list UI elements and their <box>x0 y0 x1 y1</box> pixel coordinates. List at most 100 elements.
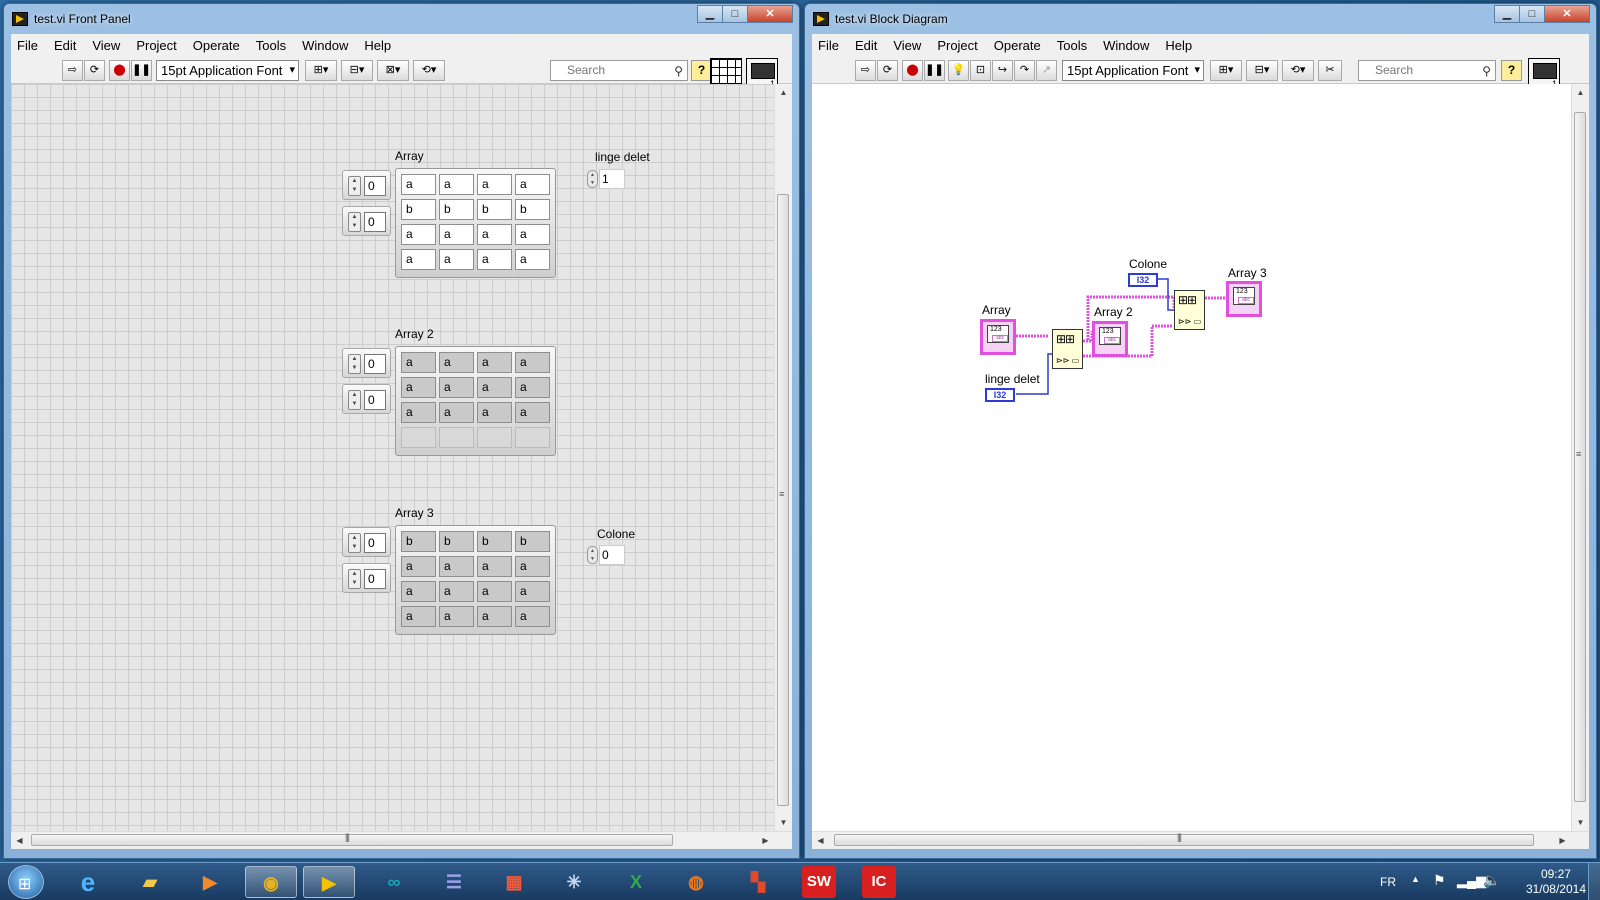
block-diagram-window[interactable]: test.vi Block Diagram ▁ □ ✕ File Edit Vi… <box>804 3 1597 859</box>
linge-delet-terminal[interactable]: I32 <box>985 388 1015 402</box>
solidworks-icon[interactable]: SW <box>802 866 836 898</box>
array-cell[interactable]: a <box>401 224 436 245</box>
array-cell[interactable]: b <box>477 199 512 220</box>
show-hidden-icons-icon[interactable]: ▲ <box>1411 874 1420 884</box>
scroll-right-arrow-icon[interactable]: ▶ <box>1554 832 1571 849</box>
pause-icon[interactable]: ❚❚ <box>924 60 945 81</box>
linge-delet-spinner[interactable]: ▲ ▼ <box>587 170 598 188</box>
scroll-right-arrow-icon[interactable]: ▶ <box>757 832 774 849</box>
search-icon[interactable]: ⚲ <box>674 62 683 81</box>
array3-terminal[interactable]: 123 abc <box>1226 281 1262 317</box>
array3-col-index[interactable]: ▲ ▼ 0 <box>342 563 391 593</box>
menu-edit[interactable]: Edit <box>54 38 76 53</box>
row-index-value[interactable]: 0 <box>364 533 386 553</box>
col-index-spinner[interactable]: ▲ ▼ <box>348 390 361 410</box>
horizontal-scroll-thumb[interactable] <box>834 834 1534 846</box>
array-cell[interactable]: b <box>439 199 474 220</box>
labview-icon[interactable]: ▶ <box>303 866 355 898</box>
array3-indicator[interactable]: bbbbaaaaaaaaaaaa <box>395 525 556 635</box>
colone-control[interactable]: ▲ ▼ 0 <box>587 545 625 565</box>
step-out-icon[interactable]: ↗ <box>1036 60 1057 81</box>
array-cell[interactable]: a <box>477 174 512 195</box>
array3-row-index[interactable]: ▲ ▼ 0 <box>342 527 391 557</box>
search-input[interactable]: Search ⚲ <box>550 60 688 81</box>
ic-app-icon[interactable]: IC <box>862 866 896 898</box>
front-panel-window[interactable]: test.vi Front Panel ▁ □ ✕ File Edit View… <box>3 3 800 859</box>
search-icon[interactable]: ⚲ <box>1482 62 1491 81</box>
menu-help[interactable]: Help <box>1165 38 1192 53</box>
app-stack-icon[interactable]: ☰ <box>428 866 480 898</box>
array-cell[interactable]: a <box>439 174 474 195</box>
scroll-down-arrow-icon[interactable]: ▼ <box>775 814 792 831</box>
scroll-up-arrow-icon[interactable]: ▲ <box>1572 84 1589 101</box>
array-cell[interactable]: a <box>401 249 436 270</box>
menu-window[interactable]: Window <box>302 38 348 53</box>
menu-view[interactable]: View <box>92 38 120 53</box>
internet-explorer-icon[interactable]: e <box>62 866 114 898</box>
front-panel-canvas[interactable]: Array ▲ ▼ 0 ▲ ▼ 0 aaaabbbbaaaaaaaa linge d… <box>11 84 774 831</box>
menu-window[interactable]: Window <box>1103 38 1149 53</box>
menu-operate[interactable]: Operate <box>193 38 240 53</box>
array-cell[interactable]: a <box>477 249 512 270</box>
distribute-objects-icon[interactable]: ⊟▾ <box>341 60 373 81</box>
resize-objects-icon[interactable]: ⊠▾ <box>377 60 409 81</box>
col-index-spinner[interactable]: ▲ ▼ <box>348 212 361 232</box>
row-index-spinner[interactable]: ▲ ▼ <box>348 354 361 374</box>
pause-icon[interactable]: ❚❚ <box>131 60 152 81</box>
front-panel-vertical-scrollbar[interactable]: ▲ ≡ ▼ <box>774 84 792 831</box>
array2-row-index[interactable]: ▲ ▼ 0 <box>342 348 391 378</box>
start-button[interactable]: ⊞ <box>8 865 44 899</box>
align-objects-icon[interactable]: ⊞▾ <box>1210 60 1242 81</box>
array-row-index[interactable]: ▲ ▼ 0 <box>342 170 391 200</box>
menu-tools[interactable]: Tools <box>256 38 286 53</box>
file-explorer-icon[interactable]: ▰ <box>124 866 176 898</box>
colone-value[interactable]: 0 <box>599 545 625 565</box>
array-cell[interactable]: a <box>439 224 474 245</box>
row-index-spinner[interactable]: ▲ ▼ <box>348 176 361 196</box>
firefox-icon[interactable]: ◍ <box>670 866 722 898</box>
excel-icon[interactable]: X <box>610 866 662 898</box>
delete-from-array-node[interactable]: ⊞⊞ ⊳⊳ ▭ <box>1052 329 1083 369</box>
array2-col-index[interactable]: ▲ ▼ 0 <box>342 384 391 414</box>
vertical-scroll-thumb[interactable] <box>777 194 789 806</box>
app-blocks-icon[interactable]: ▚ <box>732 866 784 898</box>
close-button[interactable]: ✕ <box>1544 5 1590 23</box>
highlight-execution-icon[interactable]: 💡 <box>948 60 969 81</box>
app-network-icon[interactable]: ✳ <box>548 866 600 898</box>
block-diagram-vertical-scrollbar[interactable]: ▲ ≡ ▼ <box>1571 84 1589 831</box>
menu-project[interactable]: Project <box>937 38 977 53</box>
menu-file[interactable]: File <box>818 38 839 53</box>
context-help-button[interactable]: ? <box>691 60 712 81</box>
step-over-icon[interactable]: ↷ <box>1014 60 1035 81</box>
front-panel-titlebar[interactable]: test.vi Front Panel ▁ □ ✕ <box>4 4 799 33</box>
app-grid-icon[interactable]: ▦ <box>488 866 540 898</box>
clean-up-diagram-icon[interactable]: ✂ <box>1318 60 1342 81</box>
array-cell[interactable]: a <box>515 224 550 245</box>
context-help-button[interactable]: ? <box>1501 60 1522 81</box>
close-button[interactable]: ✕ <box>747 5 793 23</box>
array-control[interactable]: aaaabbbbaaaaaaaa <box>395 168 556 278</box>
array-col-index[interactable]: ▲ ▼ 0 <box>342 206 391 236</box>
array2-terminal[interactable]: 123 abc <box>1092 321 1128 357</box>
arduino-icon[interactable]: ∞ <box>368 866 420 898</box>
linge-delet-control[interactable]: ▲ ▼ 1 <box>587 169 625 189</box>
font-selector[interactable]: 15pt Application Font <box>1062 60 1204 81</box>
menu-file[interactable]: File <box>17 38 38 53</box>
menu-project[interactable]: Project <box>136 38 176 53</box>
array-cell[interactable]: a <box>515 174 550 195</box>
abort-icon[interactable]: ⬤ <box>902 60 923 81</box>
array-cell[interactable]: b <box>401 199 436 220</box>
array-cell[interactable]: a <box>439 249 474 270</box>
minimize-button[interactable]: ▁ <box>1494 5 1520 23</box>
row-index-value[interactable]: 0 <box>364 354 386 374</box>
array-cell[interactable]: a <box>477 224 512 245</box>
row-index-value[interactable]: 0 <box>364 176 386 196</box>
array2-indicator[interactable]: aaaaaaaaaaaa <box>395 346 556 456</box>
reorder-icon[interactable]: ⟲▾ <box>413 60 445 81</box>
array-cell[interactable]: b <box>515 199 550 220</box>
col-index-value[interactable]: 0 <box>364 212 386 232</box>
front-panel-horizontal-scrollbar[interactable]: ◀ ||| ▶ <box>11 831 792 849</box>
clock[interactable]: 09:27 31/08/2014 <box>1526 867 1586 897</box>
minimize-button[interactable]: ▁ <box>697 5 723 23</box>
distribute-objects-icon[interactable]: ⊟▾ <box>1246 60 1278 81</box>
